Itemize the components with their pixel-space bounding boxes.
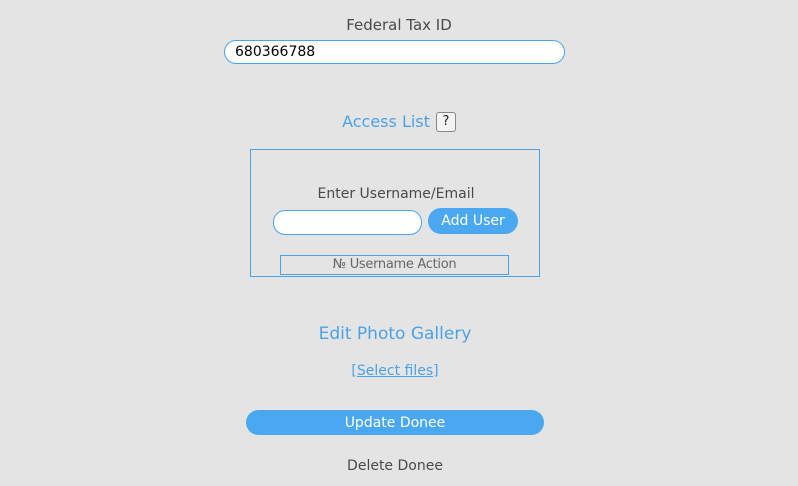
delete-donee-button[interactable]: Delete Donee [0,458,790,474]
access-list-panel: Enter Username/Email Add User № Username… [250,149,540,277]
access-list-header: Access List? [0,111,798,132]
username-email-input[interactable] [273,210,422,235]
edit-photo-gallery-title: Edit Photo Gallery [318,324,472,344]
username-email-label: Enter Username/Email [317,186,475,202]
update-donee-button[interactable]: Update Donee [246,410,544,435]
federal-tax-id-label: Federal Tax ID [346,16,452,34]
access-list-table-header: № Username Action [280,255,509,275]
select-files-link[interactable]: [Select files] [0,363,790,379]
add-user-button[interactable]: Add User [428,208,518,234]
access-list-title: Access List [342,112,430,131]
help-icon[interactable]: ? [435,111,456,132]
federal-tax-id-input[interactable] [224,40,565,64]
